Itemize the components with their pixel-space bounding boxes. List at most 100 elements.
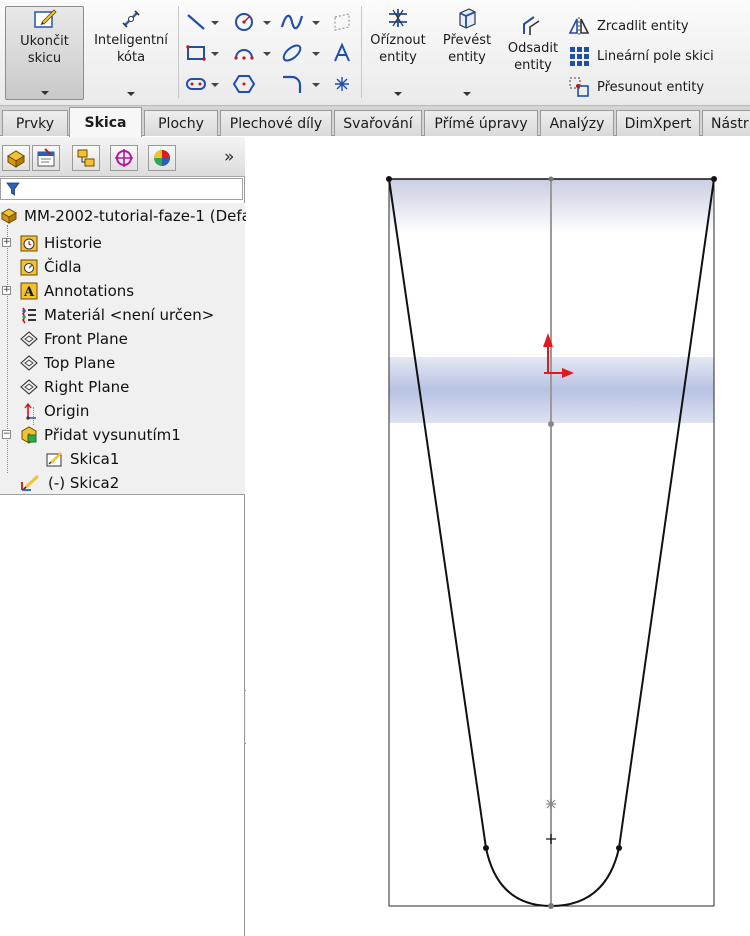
- fillet-dropdown-icon[interactable]: [312, 83, 320, 87]
- tab-svarovani[interactable]: Svařování: [334, 110, 422, 136]
- sketch-point[interactable]: [483, 845, 489, 851]
- dimxpert-manager-tab[interactable]: [110, 145, 138, 171]
- mirror-entities-button[interactable]: Zrcadlit entity: [568, 14, 689, 38]
- sketch-point[interactable]: [616, 845, 622, 851]
- spline-dropdown-icon[interactable]: [312, 21, 320, 25]
- arc-center-cross-icon: [546, 834, 556, 844]
- panel-more-button[interactable]: »: [224, 147, 234, 167]
- configuration-manager-tab[interactable]: [72, 145, 100, 171]
- tree-item-annotations[interactable]: A Annotations: [20, 280, 134, 302]
- sketch-point[interactable]: [548, 176, 554, 182]
- tree-item-cidla[interactable]: Čidla: [20, 256, 82, 278]
- smart-dimension-icon: [122, 10, 140, 28]
- feature-manager-panel: » MM-2002-tutorial-faze-1 (Defa + Histor…: [0, 137, 251, 936]
- sketch-line-right[interactable]: [618, 178, 715, 849]
- mirror-entities-label: Zrcadlit entity: [597, 18, 689, 34]
- point-icon: [335, 77, 349, 91]
- tree-item-skica2[interactable]: (-) Skica2: [20, 472, 119, 494]
- linear-pattern-button[interactable]: Lineární pole skici: [568, 44, 714, 68]
- filter-icon[interactable]: [6, 182, 20, 196]
- tree-item-top-plane[interactable]: Top Plane: [20, 352, 115, 374]
- sketch-bottom-arc[interactable]: [485, 847, 620, 908]
- tree-item-label: Historie: [44, 234, 102, 252]
- arc-tool[interactable]: [232, 41, 256, 65]
- property-manager-tab[interactable]: [32, 145, 60, 171]
- expand-annotations-icon[interactable]: +: [2, 286, 11, 295]
- slot-icon: [186, 78, 206, 90]
- sketch-point[interactable]: [386, 176, 392, 182]
- tree-filter-bar[interactable]: [0, 178, 243, 200]
- tree-item-label: Top Plane: [44, 354, 116, 372]
- ellipse-dropdown-icon[interactable]: [312, 52, 320, 56]
- line-tool[interactable]: [184, 10, 208, 34]
- convert-entities-button[interactable]: Převést entity: [434, 6, 500, 100]
- tab-prvky[interactable]: Prvky: [2, 110, 68, 136]
- tree-item-label: Front Plane: [44, 330, 128, 348]
- spline-tool[interactable]: [280, 10, 304, 34]
- trim-entities-icon: [389, 9, 407, 27]
- slot-dropdown-icon[interactable]: [211, 83, 219, 87]
- sketch-point[interactable]: [711, 176, 717, 182]
- spline-icon: [280, 14, 304, 30]
- tab-plechove-dily[interactable]: Plechové díly: [220, 110, 332, 136]
- tree-item-label: Přidat vysunutím1: [44, 426, 181, 444]
- feature-manager-tab[interactable]: [2, 145, 30, 171]
- sketch-tools-grid: [182, 8, 357, 98]
- tree-root-part[interactable]: MM-2002-tutorial-faze-1 (Defa: [0, 205, 251, 227]
- tab-skica[interactable]: Skica: [69, 107, 142, 137]
- configuration-manager-icon: [77, 149, 95, 167]
- tree-item-right-plane[interactable]: Right Plane: [20, 376, 129, 398]
- origin-icon: [24, 402, 36, 420]
- line-dropdown-icon[interactable]: [211, 21, 219, 25]
- tab-prime-upravy[interactable]: Přímé úpravy: [424, 110, 538, 136]
- linear-pattern-label: Lineární pole skici: [597, 48, 714, 64]
- tab-plochy[interactable]: Plochy: [144, 110, 218, 136]
- graphics-viewport[interactable]: [246, 137, 750, 936]
- arc-dropdown-icon[interactable]: [263, 52, 271, 56]
- point-tool[interactable]: [330, 72, 354, 96]
- smart-dimension-button[interactable]: Inteligentní kóta: [88, 6, 174, 100]
- offset-entities-icon: [523, 16, 540, 35]
- slot-tool[interactable]: [184, 72, 208, 96]
- tab-dimxpert[interactable]: DimXpert: [616, 110, 700, 136]
- sketch-line-left[interactable]: [388, 178, 487, 849]
- circle-icon: [235, 13, 253, 31]
- tree-item-material[interactable]: Materiál <není určen>: [20, 304, 214, 326]
- material-icon: [22, 307, 36, 324]
- rectangle-dropdown-icon[interactable]: [211, 52, 219, 56]
- sketch-icon: [46, 452, 62, 467]
- sketch-point[interactable]: [548, 903, 554, 909]
- tab-nastroje[interactable]: Nástr: [702, 110, 750, 136]
- ellipse-tool[interactable]: [280, 41, 304, 65]
- polygon-tool[interactable]: [232, 72, 256, 96]
- sketch-point[interactable]: [548, 421, 554, 427]
- tree-item-historie[interactable]: Historie: [20, 232, 102, 254]
- circle-dropdown-icon[interactable]: [263, 21, 271, 25]
- circle-tool[interactable]: [232, 10, 256, 34]
- collapse-extrude-icon[interactable]: −: [2, 430, 11, 439]
- text-tool[interactable]: [330, 41, 354, 65]
- sketch-canvas[interactable]: [246, 137, 750, 936]
- active-sketch-icon: [21, 474, 40, 491]
- trim-entities-button[interactable]: Oříznout entity: [366, 6, 430, 100]
- sketch-text-icon: [334, 42, 350, 62]
- exit-sketch-button[interactable]: Ukončit skicu: [5, 6, 84, 100]
- fillet-tool[interactable]: [280, 72, 304, 96]
- display-manager-tab[interactable]: [148, 145, 176, 171]
- plane-tool[interactable]: [330, 10, 354, 34]
- rectangle-tool[interactable]: [184, 41, 208, 65]
- offset-entities-button[interactable]: Odsadit entity: [502, 14, 564, 108]
- convert-entities-dropdown-icon[interactable]: [463, 92, 471, 96]
- tree-item-pridat-vysunutim1[interactable]: Přidat vysunutím1: [20, 424, 181, 446]
- tab-analyzy[interactable]: Analýzy: [540, 110, 614, 136]
- smart-dimension-dropdown-icon[interactable]: [127, 92, 135, 96]
- expand-historie-icon[interactable]: +: [2, 238, 11, 247]
- move-entities-button[interactable]: Přesunout entity: [568, 75, 704, 99]
- tree-item-front-plane[interactable]: Front Plane: [20, 328, 128, 350]
- tree-item-label: Čidla: [44, 258, 82, 276]
- tree-item-skica1[interactable]: Skica1: [46, 448, 119, 470]
- trim-entities-dropdown-icon[interactable]: [394, 92, 402, 96]
- tree-item-origin[interactable]: Origin: [20, 400, 89, 422]
- tree-item-label: (-) Skica2: [48, 474, 120, 492]
- exit-sketch-dropdown-icon[interactable]: [40, 91, 49, 95]
